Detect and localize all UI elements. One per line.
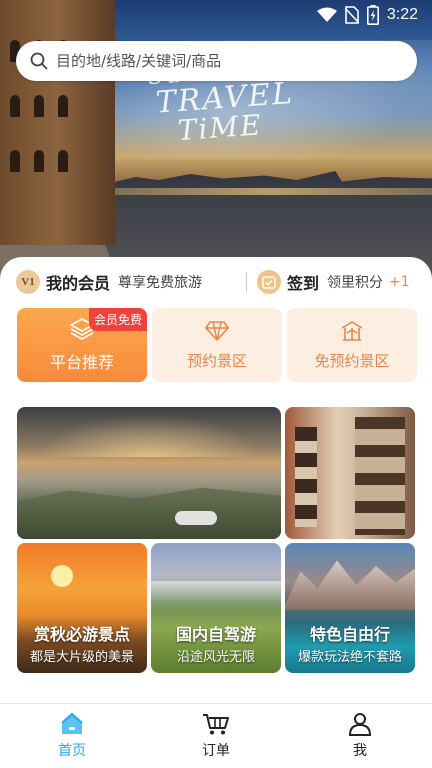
member-title[interactable]: 我的会员 (46, 270, 110, 294)
divider (246, 272, 248, 292)
no-sim-icon (344, 6, 359, 24)
search-input[interactable] (56, 52, 396, 70)
nav-home[interactable]: 首页 (0, 704, 144, 768)
search-icon (30, 52, 48, 70)
tile-platform-recommend[interactable]: 会员免费 平台推荐 (17, 308, 147, 382)
checkin-title[interactable]: 签到 (287, 270, 319, 294)
search-bar[interactable] (16, 41, 417, 81)
gallery-mist (151, 581, 281, 611)
gallery-card-free-travel[interactable]: 特色自由行 爆款玩法绝不套路 (285, 543, 415, 673)
member-free-tag: 会员免费 (88, 308, 147, 331)
sun-icon (51, 565, 73, 587)
gallery-card-mountain-valley[interactable] (17, 407, 281, 539)
nav-label: 首页 (58, 743, 86, 759)
gallery-facade-left (295, 427, 317, 527)
tile-label: 预约景区 (186, 351, 247, 370)
gallery-mountains (285, 560, 415, 610)
gallery-title: 特色自由行 (309, 625, 390, 644)
nav-me[interactable]: 我 (288, 704, 432, 768)
home-icon (61, 712, 83, 734)
wifi-icon (316, 7, 337, 22)
gallery-facade-right (355, 417, 405, 535)
gallery-subtitle: 沿途风光无限 (176, 650, 255, 665)
gallery-sky-glow (17, 407, 281, 457)
checkin-points: +1 (389, 274, 410, 290)
gallery-card-road-trip[interactable]: 国内自驾游 沿途风光无限 (151, 543, 281, 673)
checkin-icon[interactable] (257, 270, 282, 294)
member-subtitle[interactable]: 尊享免费旅游 (118, 272, 202, 292)
status-bar: 3:22 (0, 0, 432, 30)
gallery-subtitle: 爆款玩法绝不套路 (297, 650, 402, 665)
nav-label: 订单 (202, 743, 230, 759)
checkin-subtitle[interactable]: 领里积分 (327, 272, 383, 292)
tile-label: 平台推荐 (49, 353, 114, 372)
hero-building (0, 0, 115, 245)
gallery-subtitle: 都是大片级的美景 (29, 650, 134, 665)
gallery-card-autumn[interactable]: 赏秋必游景点 都是大片级的美景 (17, 543, 147, 673)
gallery-steam (175, 511, 217, 525)
nav-label: 我 (353, 743, 367, 759)
bottom-nav: 首页 订单 我 (0, 703, 432, 768)
cart-icon (203, 714, 229, 735)
temple-icon (341, 320, 363, 341)
member-row: V1 我的会员 尊享免费旅游 签到 领里积分 +1 (16, 268, 416, 296)
nav-orders[interactable]: 订单 (144, 704, 288, 768)
member-level-badge: V1 (16, 270, 40, 294)
gallery-title: 国内自驾游 (175, 625, 256, 644)
tile-label: 免预约景区 (314, 351, 390, 370)
status-time: 3:22 (386, 6, 418, 23)
person-icon (348, 713, 372, 736)
tile-no-reservation-scenic[interactable]: 免预约景区 (287, 308, 417, 382)
battery-icon (366, 5, 379, 25)
tile-reserved-scenic[interactable]: 预约景区 (152, 308, 282, 382)
diamond-icon (205, 320, 229, 341)
gallery-hills (17, 487, 281, 539)
gallery-title: 赏秋必游景点 (33, 625, 130, 644)
gallery-card-old-town[interactable] (285, 407, 415, 539)
